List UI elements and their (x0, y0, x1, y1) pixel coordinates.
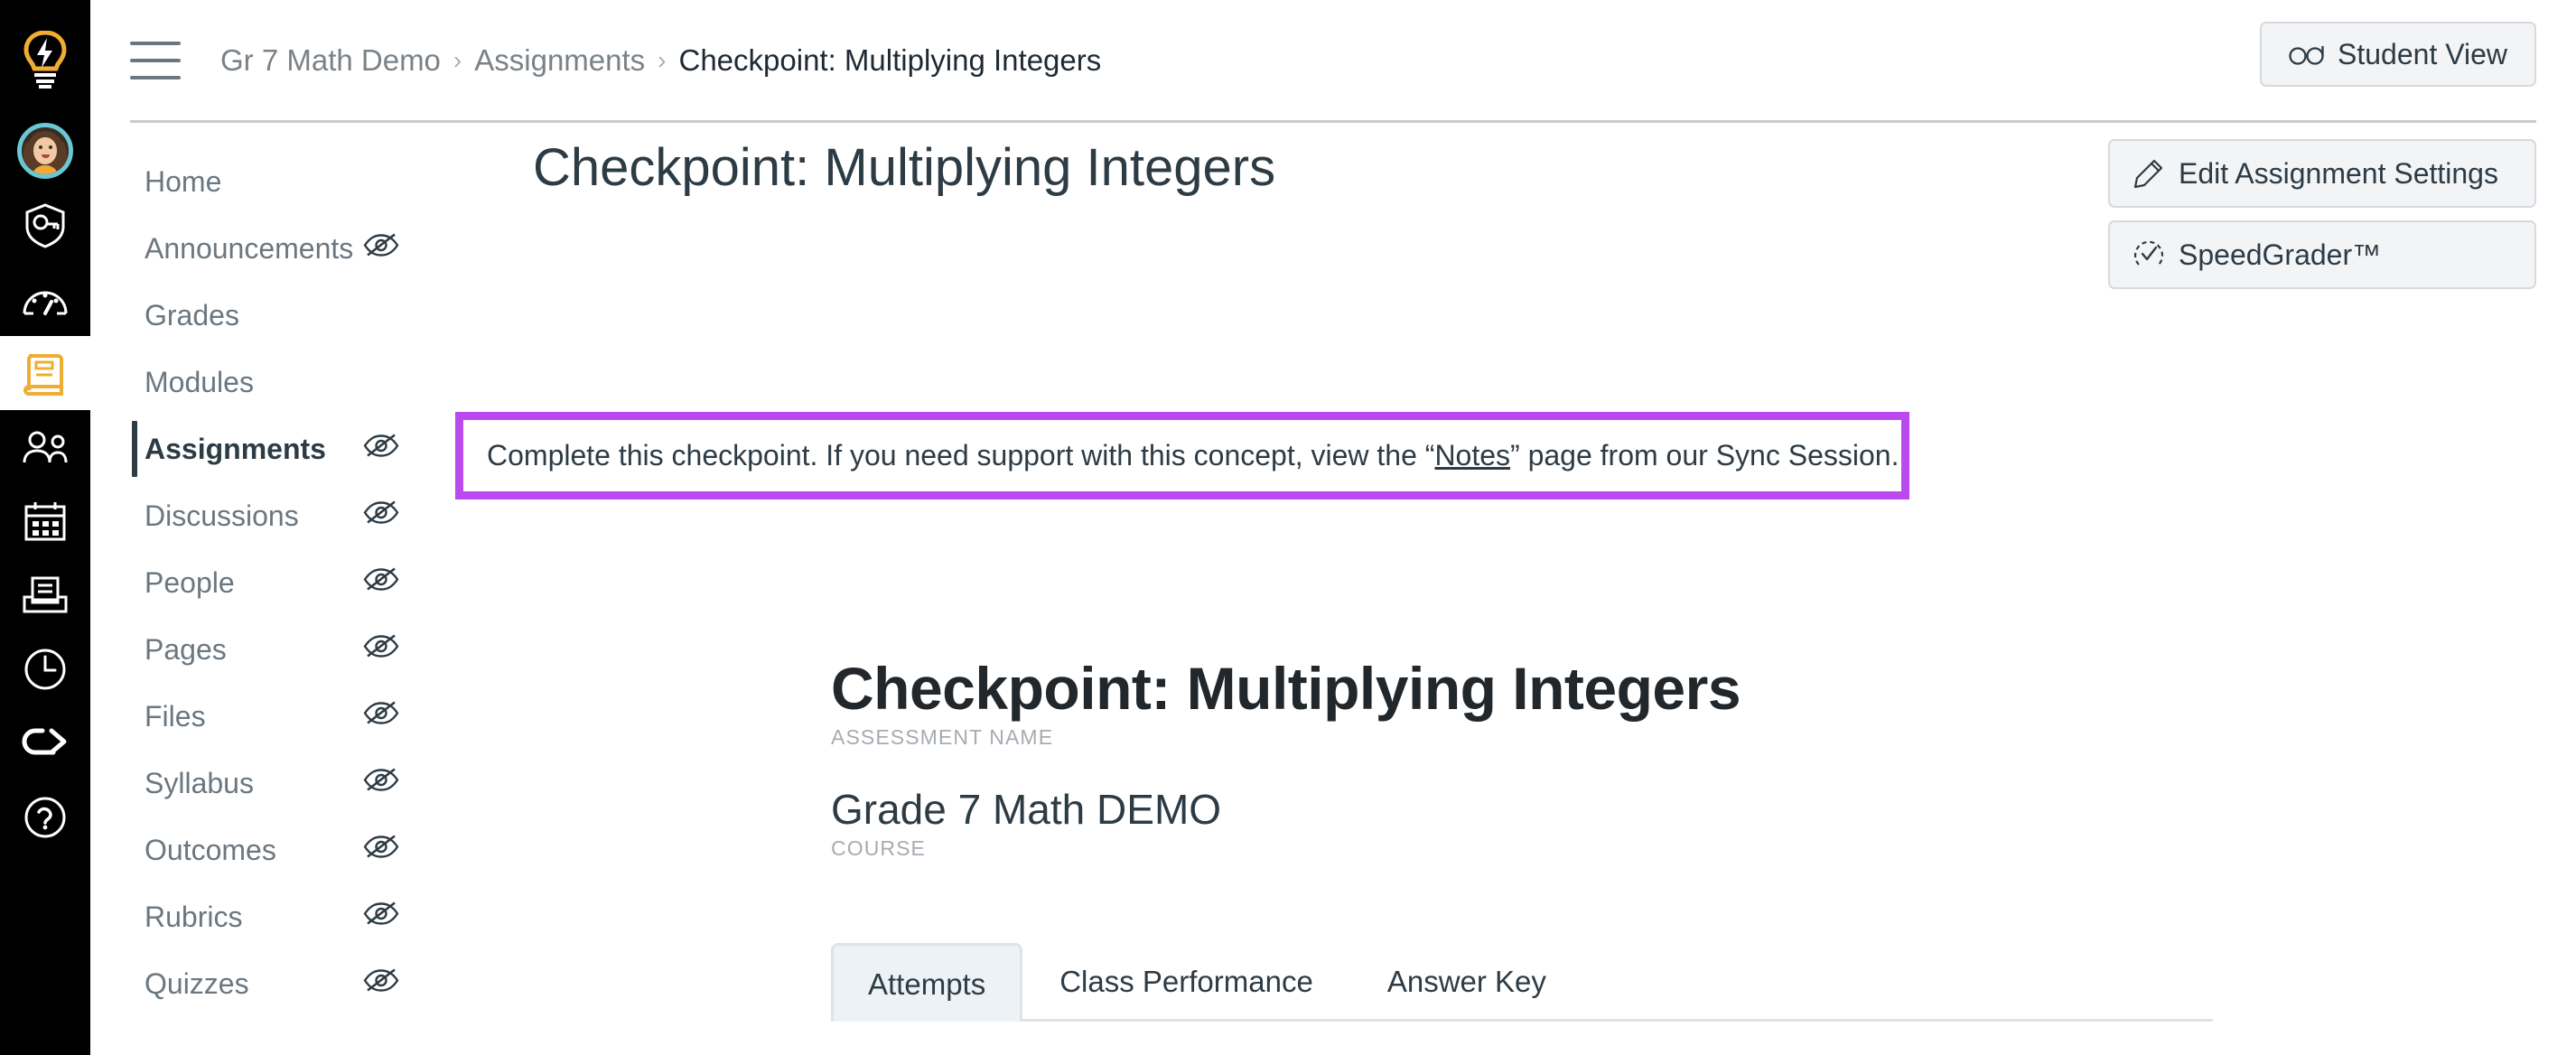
shield-key-icon (25, 203, 65, 248)
global-nav-calendar[interactable] (0, 484, 90, 558)
breadcrumb-item-course[interactable]: Gr 7 Math Demo (220, 43, 441, 78)
calendar-icon (24, 502, 66, 541)
student-view-label: Student View (2338, 37, 2507, 70)
arrow-export-icon (22, 728, 67, 755)
sidebar-item-label: Discussions (145, 499, 299, 532)
book-icon (23, 354, 63, 396)
sidebar-item-label: Announcements (145, 231, 354, 265)
global-nav-admin[interactable] (0, 188, 90, 262)
crossed-eye-icon (363, 566, 399, 600)
people-icon (23, 431, 68, 463)
assignment-description-text: Complete this checkpoint. If you need su… (487, 436, 1899, 475)
crossed-eye-icon (363, 700, 399, 733)
tab-class-performance[interactable]: Class Performance (1022, 940, 1350, 1019)
sidebar-item-label: Outcomes (145, 833, 276, 866)
breadcrumb: Gr 7 Math Demo › Assignments › Checkpoin… (220, 43, 1101, 78)
crossed-eye-icon (363, 232, 399, 266)
crossed-eye-icon (363, 834, 399, 867)
speedometer-icon (23, 291, 68, 315)
content-area: Checkpoint: Multiplying Integers Edit As… (452, 132, 2576, 1055)
global-nav-groups[interactable] (0, 410, 90, 484)
sidebar-item-label: Modules (145, 365, 254, 398)
question-circle-icon (24, 797, 66, 838)
description-text-after: ” page from our Sync Session. (1510, 439, 1899, 471)
sidebar-item-label: Home (145, 164, 222, 198)
top-bar: Gr 7 Math Demo › Assignments › Checkpoin… (90, 0, 2576, 120)
sidebar-item-label: Syllabus (145, 766, 254, 799)
breadcrumb-separator-icon: › (453, 45, 462, 74)
global-nav-account[interactable] (0, 114, 90, 188)
sidebar-item-assignments[interactable]: Assignments (132, 415, 452, 482)
hamburger-menu-icon[interactable] (130, 41, 181, 79)
inbox-tray-icon (23, 576, 68, 613)
speedgrader-button[interactable]: SpeedGrader™ (2108, 220, 2536, 289)
crossed-eye-icon (363, 499, 399, 533)
global-nav-inbox[interactable] (0, 558, 90, 632)
global-nav-help[interactable] (0, 780, 90, 854)
assignment-actions: Edit Assignment Settings SpeedGrader™ (2108, 139, 2536, 302)
eyeglasses-icon (2289, 46, 2324, 65)
sidebar-item-files[interactable]: Files (132, 683, 452, 750)
sidebar-item-label: Rubrics (145, 900, 243, 933)
sidebar-item-label: Assignments (145, 432, 326, 465)
sidebar-item-label: Pages (145, 632, 227, 666)
crossed-eye-icon (363, 633, 399, 667)
crossed-eye-icon (363, 967, 399, 1001)
assignment-description-box: Complete this checkpoint. If you need su… (455, 412, 1909, 500)
pencil-icon (2133, 159, 2163, 189)
notes-page-link[interactable]: Notes (1434, 439, 1510, 471)
assessment-tabs: Attempts Class Performance Answer Key (831, 940, 2213, 1022)
sidebar-item-rubrics[interactable]: Rubrics (132, 883, 452, 950)
description-text-before: Complete this checkpoint. If you need su… (487, 439, 1435, 471)
crossed-eye-icon (363, 767, 399, 800)
tab-answer-key[interactable]: Answer Key (1350, 940, 1583, 1019)
breadcrumb-item-current: Checkpoint: Multiplying Integers (678, 42, 1102, 77)
clock-icon (24, 649, 66, 690)
global-nav-history[interactable] (0, 632, 90, 706)
assessment-header: Checkpoint: Multiplying Integers ASSESSM… (831, 656, 2276, 861)
sidebar-item-quizzes[interactable]: Quizzes (132, 950, 452, 1017)
student-view-button[interactable]: Student View (2260, 22, 2536, 87)
sidebar-item-syllabus[interactable]: Syllabus (132, 750, 452, 817)
global-nav-courses[interactable] (0, 336, 90, 410)
canvas-assignment-page: Gr 7 Math Demo › Assignments › Checkpoin… (0, 0, 2576, 1055)
global-nav-dashboard[interactable] (0, 262, 90, 336)
sidebar-item-announcements[interactable]: Announcements (132, 215, 452, 282)
global-nav-commons[interactable] (0, 706, 90, 780)
global-navigation (0, 0, 90, 1055)
sidebar-item-label: People (145, 565, 235, 599)
speedgrader-label: SpeedGrader™ (2179, 238, 2382, 271)
crossed-eye-icon (363, 433, 399, 466)
course-navigation: Home Announcements Grades Modules Assign… (90, 132, 452, 1055)
assessment-name-label: ASSESSMENT NAME (831, 724, 1054, 749)
sidebar-item-home[interactable]: Home (132, 148, 452, 215)
sidebar-item-people[interactable]: People (132, 549, 452, 616)
logo-lightbulb-lightning[interactable] (0, 5, 90, 114)
breadcrumb-item-assignments[interactable]: Assignments (474, 43, 645, 78)
assessment-name: Checkpoint: Multiplying Integers (831, 655, 1741, 722)
edit-assignment-settings-button[interactable]: Edit Assignment Settings (2108, 139, 2536, 208)
sidebar-item-outcomes[interactable]: Outcomes (132, 817, 452, 883)
breadcrumb-separator-icon: › (658, 45, 667, 74)
sidebar-item-discussions[interactable]: Discussions (132, 482, 452, 549)
crossed-eye-icon (363, 901, 399, 934)
sidebar-item-grades[interactable]: Grades (132, 282, 452, 349)
body-row: Home Announcements Grades Modules Assign… (90, 123, 2576, 1055)
sidebar-item-modules[interactable]: Modules (132, 349, 452, 415)
speedgrader-gauge-icon (2133, 240, 2164, 266)
lightbulb-lightning-logo-icon (23, 31, 67, 89)
sidebar-item-label: Grades (145, 298, 239, 331)
assessment-course-label: COURSE (831, 836, 927, 861)
tab-attempts[interactable]: Attempts (831, 943, 1023, 1022)
sidebar-item-label: Files (145, 699, 206, 733)
assessment-course-name: Grade 7 Math DEMO (831, 785, 1222, 833)
sidebar-item-label: Quizzes (145, 966, 249, 1000)
edit-assignment-settings-label: Edit Assignment Settings (2179, 156, 2498, 190)
avatar (17, 123, 73, 179)
sidebar-item-pages[interactable]: Pages (132, 616, 452, 683)
main-region: Gr 7 Math Demo › Assignments › Checkpoin… (90, 0, 2576, 1055)
